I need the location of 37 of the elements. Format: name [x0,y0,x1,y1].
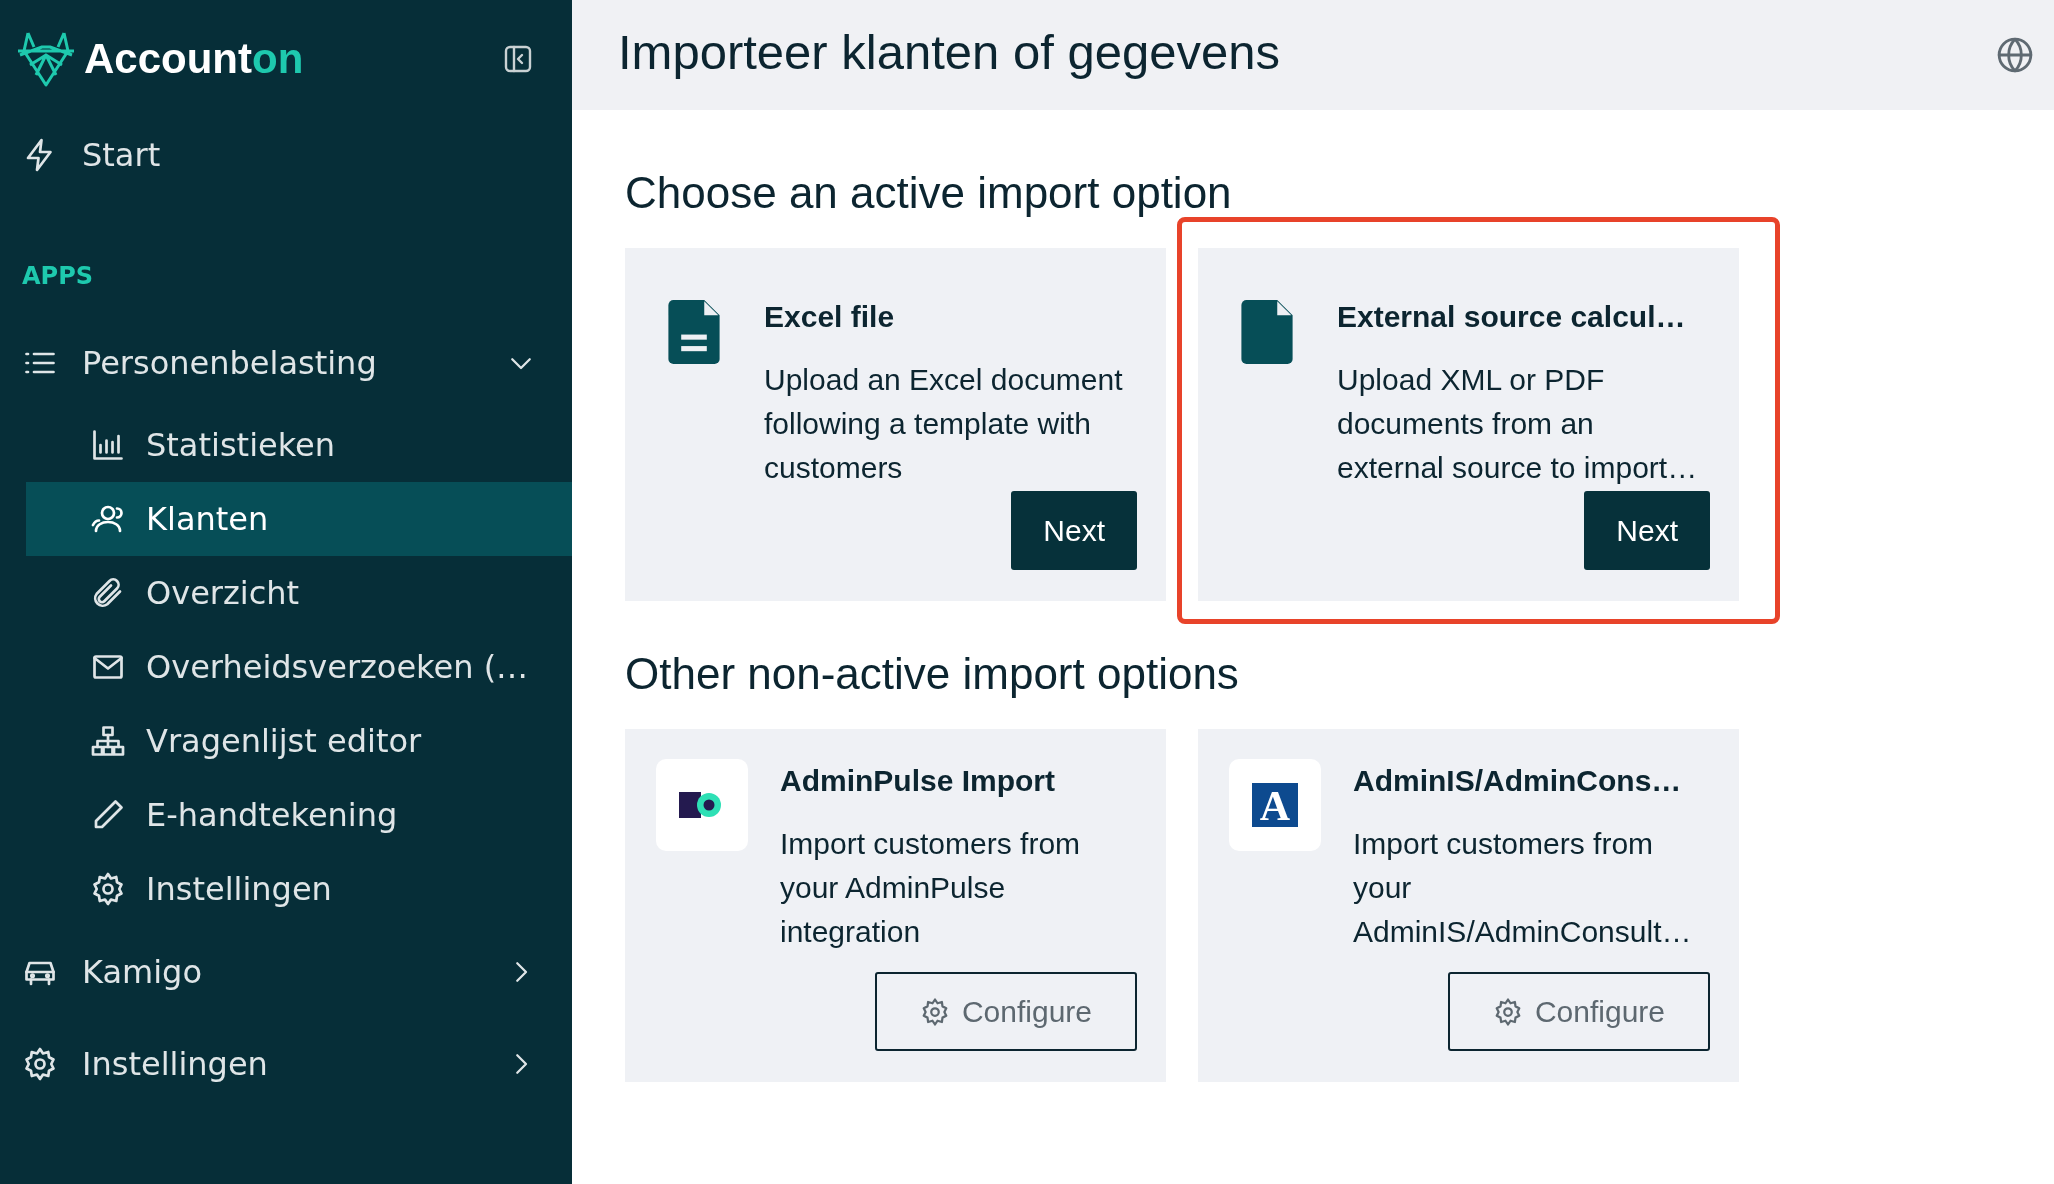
nav-group[interactable]: Personenbelasting [0,318,572,408]
nav-item[interactable]: E-handtekening [26,778,572,852]
bar-chart-icon [90,427,126,463]
nav-item[interactable]: Klanten [26,482,572,556]
nav-group[interactable]: Kamigo [0,926,572,1018]
card-title: External source calcul… [1337,300,1687,334]
card-title: AdminIS/AdminCons… [1353,764,1683,798]
collapse-sidebar-icon[interactable] [502,43,534,75]
card-title: Excel file [764,300,896,334]
nav-group[interactable]: Instellingen [0,1018,572,1110]
card-description: Upload an Excel document following a template with customers [764,362,1124,486]
next-button[interactable]: Next [1584,491,1710,570]
settings-icon [22,1046,58,1082]
card-title: AdminPulse Import [780,764,1057,798]
nav-item[interactable]: Instellingen [26,852,572,926]
globe-icon[interactable] [1996,36,2034,74]
card-description: Import customers from your AdminPulse integration [780,826,1082,950]
section-heading: Other non-active import options [625,649,1240,699]
configure-button[interactable]: Configure [1448,972,1710,1051]
section-heading: Choose an active import option [625,168,1233,218]
nav-item[interactable]: Start [0,118,572,192]
page-title: Importeer klanten of gegevens [618,24,1281,80]
nav-item[interactable]: Overheidsverzoeken (… [26,630,572,704]
nav-item[interactable]: Statistieken [26,408,572,482]
card-description: Upload XML or PDF documents from an external source to import… [1337,362,1699,486]
brand-name: Accounton [84,35,305,83]
hierarchy-icon [90,723,126,759]
document-icon [1241,300,1293,364]
nav-item[interactable]: Overzicht [26,556,572,630]
nav-item[interactable]: Vragenlijst editor [26,704,572,778]
document-lines-icon [668,300,720,364]
card-description: Import customers from your AdminIS/AdminConsult… [1353,826,1688,950]
next-button[interactable]: Next [1011,491,1137,570]
configure-button[interactable]: Configure [875,972,1137,1051]
section-label: APPS [21,261,95,292]
settings-icon [90,871,126,907]
adminis-logo: A [1252,783,1298,827]
